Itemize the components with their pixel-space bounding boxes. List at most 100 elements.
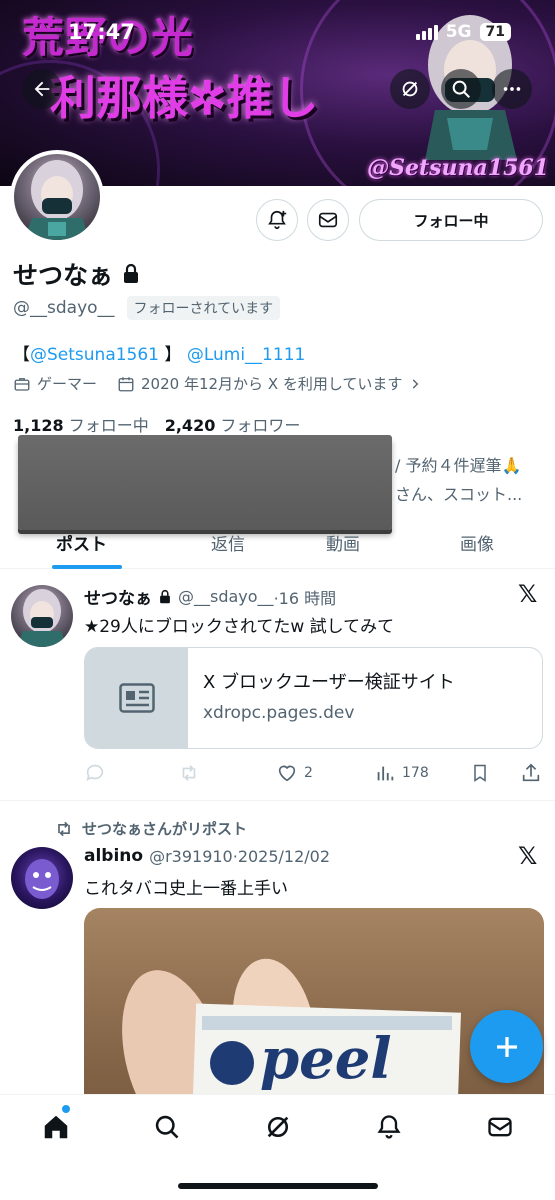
reply-icon bbox=[86, 764, 104, 781]
envelope-icon bbox=[488, 1117, 512, 1137]
nav-home[interactable] bbox=[36, 1107, 76, 1147]
reply-button[interactable] bbox=[84, 762, 106, 784]
heart-icon bbox=[278, 765, 296, 782]
post-text: これタバコ史上一番上手い bbox=[84, 879, 288, 899]
bio-bracket-close: 】 bbox=[164, 345, 182, 365]
nav-grok[interactable] bbox=[258, 1107, 298, 1147]
envelope-icon bbox=[318, 212, 338, 228]
post-photo[interactable]: peel bbox=[84, 908, 544, 1108]
home-icon bbox=[44, 1115, 68, 1139]
calendar-icon bbox=[118, 376, 134, 391]
article-icon bbox=[118, 683, 155, 713]
search-icon bbox=[155, 1115, 179, 1139]
status-time: 17:47 bbox=[68, 20, 135, 44]
profile-tabs: ポスト 返信 動画 画像 bbox=[0, 522, 555, 569]
more-button[interactable] bbox=[492, 69, 532, 109]
post-author-handle[interactable]: @r391910 bbox=[149, 847, 233, 866]
profile-meta: ゲーマー 2020 年12月から X を利用しています bbox=[13, 373, 422, 394]
share-icon bbox=[522, 763, 540, 782]
grok-button[interactable] bbox=[390, 69, 430, 109]
view-count: 178 bbox=[402, 765, 429, 781]
profile-name: せつなぁ bbox=[13, 261, 114, 290]
network-label: 5G bbox=[445, 22, 472, 42]
banner-handle-text: @Setsuna1561 bbox=[367, 155, 549, 181]
lock-icon bbox=[160, 589, 170, 603]
like-button[interactable]: 2 bbox=[276, 762, 313, 784]
avatar-art bbox=[25, 859, 59, 899]
following-count: 1,128 bbox=[13, 416, 64, 435]
tab-videos[interactable]: 動画 bbox=[326, 530, 360, 555]
briefcase-icon bbox=[14, 377, 30, 391]
tab-images[interactable]: 画像 bbox=[460, 530, 494, 555]
compose-button[interactable] bbox=[470, 1010, 543, 1083]
grok-icon bbox=[267, 1116, 289, 1138]
following-button[interactable]: フォロー中 bbox=[359, 199, 543, 241]
grok-icon bbox=[402, 81, 418, 97]
post-header: albino @r391910·2025/12/02 bbox=[84, 846, 330, 866]
bookmark-button[interactable] bbox=[470, 762, 490, 784]
profile-bio: 【@Setsuna1561 】 @Lumi__1111 bbox=[13, 340, 305, 365]
followers-count: 2,420 bbox=[164, 416, 216, 435]
nav-messages[interactable] bbox=[480, 1107, 520, 1147]
post-author-handle[interactable]: @__sdayo__ bbox=[178, 587, 274, 606]
tab-replies[interactable]: 返信 bbox=[211, 530, 245, 555]
post-divider bbox=[0, 800, 555, 801]
post-author-avatar[interactable] bbox=[11, 847, 73, 909]
share-button[interactable] bbox=[520, 762, 542, 784]
x-logo-icon: 𝕏 bbox=[518, 842, 538, 870]
card-thumbnail bbox=[85, 648, 188, 748]
tab-posts[interactable]: ポスト bbox=[56, 530, 107, 555]
plus-icon bbox=[496, 1036, 517, 1057]
signal-icon bbox=[415, 24, 438, 40]
post-author-name[interactable]: せつなぁ bbox=[84, 584, 152, 609]
follows-you-badge: フォローされています bbox=[126, 296, 281, 320]
profile-avatar[interactable] bbox=[10, 150, 104, 244]
followed-by-text-line2: さん、スコット... bbox=[395, 485, 523, 504]
avatar-art bbox=[24, 160, 90, 240]
search-button[interactable] bbox=[441, 69, 481, 109]
nav-search[interactable] bbox=[147, 1107, 187, 1147]
post-author-name[interactable]: albino bbox=[84, 846, 143, 866]
back-button[interactable] bbox=[22, 69, 62, 109]
nav-notifications[interactable] bbox=[369, 1107, 409, 1147]
profile-joined: 2020 年12月から X を利用しています bbox=[141, 375, 403, 393]
x-logo-icon: 𝕏 bbox=[518, 580, 538, 608]
bookmark-icon bbox=[474, 764, 486, 782]
bio-link-lumi[interactable]: @Lumi__1111 bbox=[187, 345, 306, 365]
message-button[interactable] bbox=[307, 199, 349, 241]
repost-note-text[interactable]: せつなぁさんがリポスト bbox=[82, 818, 247, 839]
redaction-overlay bbox=[18, 435, 392, 530]
followers-stat[interactable]: 2,420 フォロワー bbox=[165, 412, 301, 436]
like-count: 2 bbox=[304, 765, 313, 781]
card-domain: xdropc.pages.dev bbox=[203, 703, 355, 723]
profile-name-row: せつなぁ bbox=[13, 256, 141, 292]
bell-icon bbox=[377, 1115, 401, 1139]
follow-stats: 1,128 フォロー中 2,420 フォロワー bbox=[13, 412, 300, 436]
arrow-left-icon bbox=[34, 81, 50, 97]
repost-button[interactable] bbox=[178, 762, 200, 784]
photo-brand-text: peel bbox=[260, 1026, 392, 1092]
lock-icon bbox=[124, 263, 139, 283]
post-text: ★29人にブロックされてたw 試してみて bbox=[84, 617, 395, 637]
repost-icon bbox=[58, 821, 70, 836]
bio-link-setsuna[interactable]: @Setsuna1561 bbox=[30, 345, 159, 365]
followed-by-text-line1: / 予約４件遅筆🙏 bbox=[395, 456, 522, 475]
analytics-icon bbox=[377, 766, 394, 781]
repost-icon bbox=[182, 765, 196, 781]
profile-handle: @__sdayo__ bbox=[13, 298, 115, 318]
following-stat[interactable]: 1,128 フォロー中 bbox=[13, 412, 149, 436]
link-card[interactable]: X ブロックユーザー検証サイト xdropc.pages.dev bbox=[84, 647, 543, 749]
battery-icon: 71 bbox=[479, 23, 511, 41]
post-actions: 2 178 bbox=[84, 760, 544, 788]
views-button[interactable]: 178 bbox=[374, 762, 429, 784]
card-title: X ブロックユーザー検証サイト bbox=[203, 672, 455, 693]
bio-bracket-open: 【 bbox=[13, 345, 30, 365]
post-header: せつなぁ @__sdayo__ ·16 時間 bbox=[84, 584, 336, 609]
post-author-avatar[interactable] bbox=[11, 585, 73, 647]
followers-label: フォロワー bbox=[220, 416, 301, 435]
chevron-right-icon[interactable] bbox=[408, 377, 422, 391]
notification-dot bbox=[62, 1105, 70, 1113]
following-label: フォロー中 bbox=[68, 416, 149, 435]
post-time: ·16 時間 bbox=[273, 588, 337, 608]
notification-subscribe-button[interactable] bbox=[256, 199, 298, 241]
